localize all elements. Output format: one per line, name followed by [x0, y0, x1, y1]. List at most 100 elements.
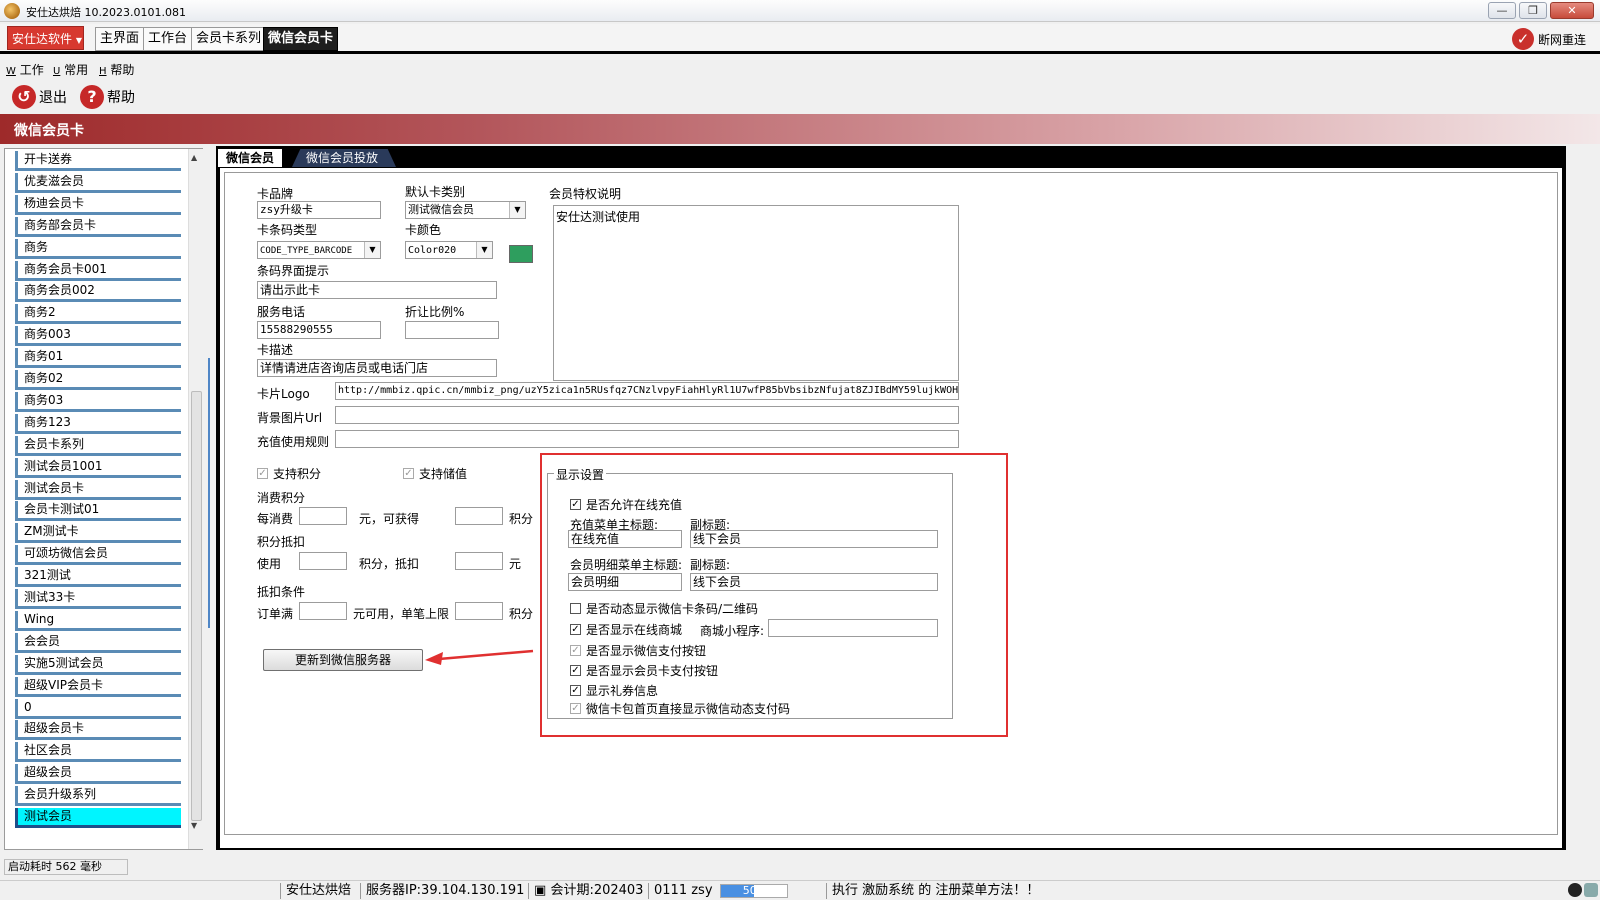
list-item[interactable]: 商务01	[15, 348, 181, 369]
scroll-thumb[interactable]	[191, 391, 202, 821]
list-item[interactable]: 商务02	[15, 370, 181, 390]
list-item[interactable]: 超级VIP会员卡	[15, 676, 181, 697]
list-item[interactable]: 杨迪会员卡	[15, 194, 181, 215]
list-item[interactable]: 商务部会员卡	[15, 216, 181, 237]
list-item[interactable]: 321测试	[15, 567, 181, 588]
close-button[interactable]: ✕	[1550, 2, 1594, 19]
status-company: 安仕达烘焙	[286, 883, 352, 898]
privilege-label: 会员特权说明	[549, 187, 622, 201]
list-item[interactable]: 测试会员1001	[15, 457, 181, 478]
chevron-down-icon: ▼	[364, 242, 380, 258]
list-item[interactable]: 商务2	[15, 304, 181, 325]
tab-wechat-member-delivery[interactable]: 微信会员投放	[292, 149, 397, 167]
recharge-rule-input[interactable]	[335, 430, 959, 448]
menu-work[interactable]: W 工作	[6, 61, 44, 78]
tab-wechat-card[interactable]: 微信会员卡	[263, 27, 339, 51]
order-full-input[interactable]	[299, 602, 347, 620]
background-url-label: 背景图片Url	[257, 411, 323, 425]
member-form-frame: 卡品牌 zsy升级卡 默认卡类别 测试微信会员 ▼ 会员特权说明 安仕达测试使用…	[224, 172, 1558, 835]
single-limit-input[interactable]	[455, 602, 503, 620]
member-form: 卡品牌 zsy升级卡 默认卡类别 测试微信会员 ▼ 会员特权说明 安仕达测试使用…	[220, 168, 1562, 848]
logo-label: 卡片Logo	[257, 387, 310, 401]
points-unit-label: 积分	[509, 512, 534, 526]
points-unit-label-2: 积分	[509, 607, 534, 621]
list-item[interactable]: 商务会员002	[15, 282, 181, 303]
update-wechat-server-button[interactable]: 更新到微信服务器	[263, 649, 423, 671]
list-item[interactable]: 会员卡系列	[15, 435, 181, 456]
tab-wechat-member[interactable]: 微信会员	[218, 149, 283, 167]
card-color-label: 卡颜色	[405, 223, 442, 237]
list-item[interactable]: 商务03	[15, 391, 181, 412]
phone-input[interactable]: 15588290555	[257, 321, 381, 339]
per-consume-input[interactable]	[299, 507, 347, 525]
penguin-icon[interactable]	[1568, 883, 1582, 897]
tab-workbench[interactable]: 工作台	[143, 27, 193, 51]
list-item[interactable]: 0	[15, 698, 181, 719]
barcode-hint-input[interactable]: 请出示此卡	[257, 281, 497, 299]
list-item[interactable]: 实施5测试会员	[15, 654, 181, 675]
chevron-down-icon: ▼	[476, 242, 492, 258]
points-deduct-label: 积分抵扣	[257, 535, 306, 549]
list-item[interactable]: 商务会员卡001	[15, 260, 181, 281]
list-item[interactable]: 优麦滋会员	[15, 172, 181, 193]
barcode-type-label: 卡条码类型	[257, 223, 318, 237]
status-server-ip: 服务器IP:39.104.130.191	[366, 883, 525, 898]
reconnect-button[interactable]: ✓ 断网重连	[1512, 26, 1586, 52]
list-item[interactable]: 超级会员卡	[15, 720, 181, 741]
use-points-input[interactable]	[299, 552, 347, 570]
tab-card-series[interactable]: 会员卡系列	[191, 27, 267, 51]
card-color-swatch[interactable]	[509, 245, 533, 263]
list-item[interactable]: 商务	[15, 238, 181, 259]
scroll-up-icon[interactable]: ▲	[191, 153, 197, 162]
card-desc-input[interactable]: 详情请进店咨询店员或电话门店	[257, 359, 497, 377]
help-button[interactable]: ? 帮助	[80, 84, 135, 110]
menu-common[interactable]: U 常用	[53, 61, 88, 78]
list-item[interactable]: 会员升级系列	[15, 786, 181, 807]
list-item[interactable]: 测试会员	[15, 808, 181, 828]
use-label: 使用	[257, 557, 282, 571]
list-item[interactable]: 社区会员	[15, 742, 181, 763]
panel-splitter[interactable]	[208, 358, 213, 628]
menu-help[interactable]: H 帮助	[99, 61, 134, 78]
scroll-down-icon[interactable]: ▼	[191, 821, 197, 830]
default-type-select[interactable]: 测试微信会员 ▼	[405, 201, 526, 219]
logo-url-input[interactable]: http://mmbiz.qpic.cn/mmbiz_png/uzY5zica1…	[335, 382, 959, 400]
card-desc-label: 卡描述	[257, 343, 294, 357]
list-item[interactable]: 会会员	[15, 632, 181, 653]
list-item[interactable]: 超级会员	[15, 764, 181, 785]
checkbox-check-icon: ✓	[403, 468, 414, 479]
background-url-input[interactable]	[335, 406, 959, 424]
user-icon[interactable]	[1584, 883, 1598, 897]
list-item[interactable]: 测试会员卡	[15, 479, 181, 500]
help-icon: ?	[80, 85, 104, 109]
brand-menu-button[interactable]: 安仕达软件 ▼	[7, 26, 84, 50]
tab-main[interactable]: 主界面	[95, 27, 145, 51]
list-item[interactable]: 商务123	[15, 413, 181, 434]
status-user: 0111 zsy	[654, 883, 713, 898]
title-bar: 安仕达烘焙 10.2023.0101.081 — ❐ ✕	[0, 0, 1600, 22]
exit-button[interactable]: ↺ 退出	[12, 84, 67, 110]
status-divider	[528, 883, 529, 899]
deduct-yuan-input[interactable]	[455, 552, 503, 570]
brand-label: 卡品牌	[257, 187, 294, 201]
list-item[interactable]: Wing	[15, 610, 181, 631]
support-points-checkbox[interactable]: ✓ 支持积分	[257, 465, 321, 482]
list-item[interactable]: ZM测试卡	[15, 523, 181, 544]
barcode-type-select[interactable]: CODE_TYPE_BARCODE ▼	[257, 241, 381, 259]
page-header: 微信会员卡	[0, 114, 1600, 144]
list-item[interactable]: 可颂坊微信会员	[15, 545, 181, 566]
maximize-button[interactable]: ❐	[1519, 2, 1547, 19]
list-item[interactable]: 测试33卡	[15, 589, 181, 609]
privilege-textarea[interactable]: 安仕达测试使用	[553, 205, 959, 381]
list-item[interactable]: 会员卡测试01	[15, 501, 181, 522]
minimize-button[interactable]: —	[1488, 2, 1516, 19]
list-scrollbar[interactable]: ▲ ▼	[188, 149, 203, 849]
discount-input[interactable]	[405, 321, 499, 339]
brand-input[interactable]: zsy升级卡	[257, 201, 381, 219]
list-item[interactable]: 开卡送券	[15, 151, 181, 171]
checkbox-check-icon: ✓	[257, 468, 268, 479]
points-get-input[interactable]	[455, 507, 503, 525]
support-stored-checkbox[interactable]: ✓ 支持储值	[403, 465, 467, 482]
card-color-select[interactable]: Color020 ▼	[405, 241, 493, 259]
list-item[interactable]: 商务003	[15, 326, 181, 347]
